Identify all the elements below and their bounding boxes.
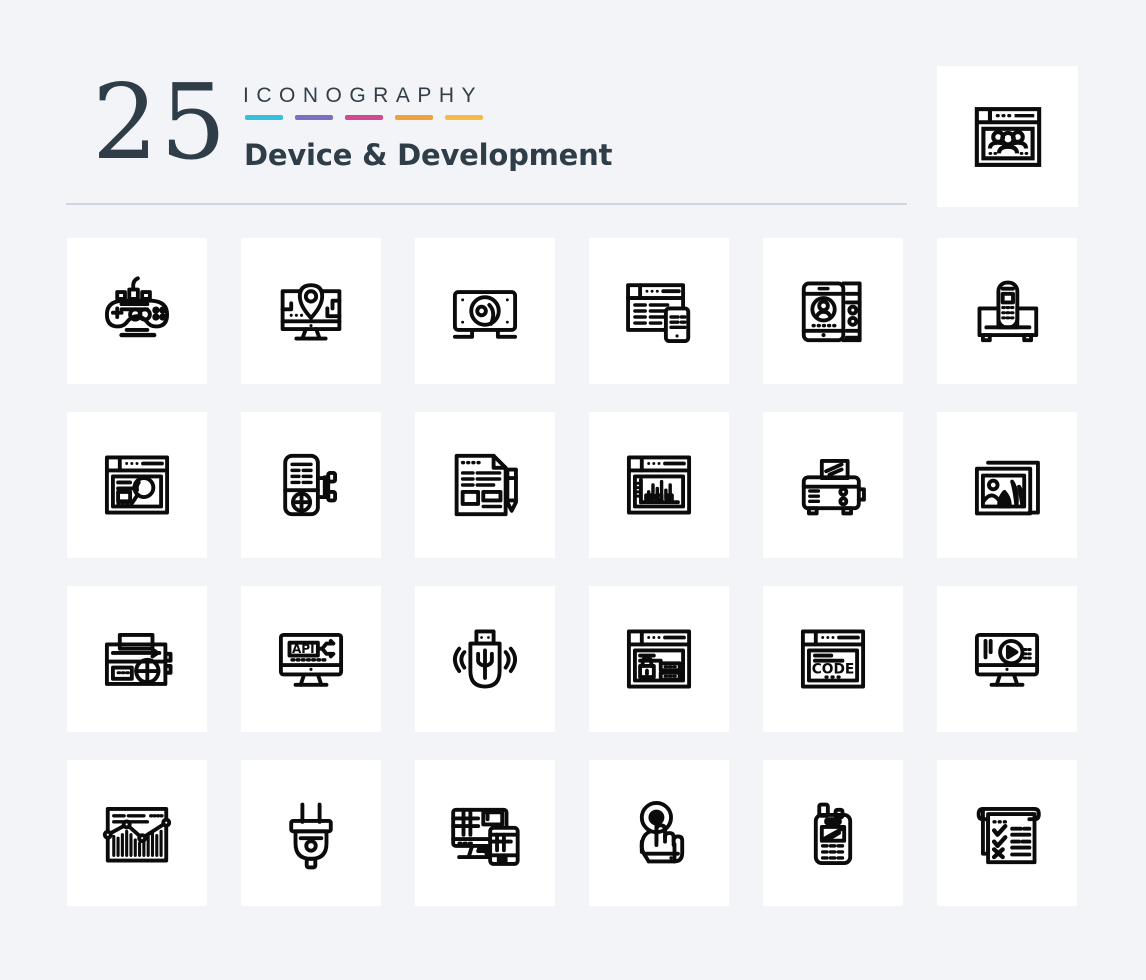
icon-tile[interactable] (763, 760, 903, 906)
svg-text:CODE: CODE (812, 662, 855, 678)
checklist-icon (964, 790, 1050, 876)
color-swatches (245, 115, 612, 120)
monitor-play-icon (964, 616, 1050, 702)
mp3-player-icon (268, 442, 354, 528)
browser-search-icon (94, 442, 180, 528)
browser-analytics-graph-icon (94, 790, 180, 876)
icon-tile[interactable] (415, 586, 555, 732)
photo-gallery-icon (964, 442, 1050, 528)
icon-tile[interactable] (67, 760, 207, 906)
icon-tile[interactable] (937, 412, 1077, 558)
swatch-2 (295, 115, 333, 120)
icon-tile[interactable] (241, 760, 381, 906)
icon-tile[interactable] (589, 238, 729, 384)
document-pencil-icon (442, 442, 528, 528)
icon-tile[interactable] (763, 238, 903, 384)
monitor-location-icon (268, 268, 354, 354)
icon-tile[interactable]: API (241, 586, 381, 732)
header: 25 ICONOGRAPHY Device & Development (66, 60, 908, 205)
browser-code-icon: CODE (790, 616, 876, 702)
swatch-1 (245, 115, 283, 120)
svg-text:API: API (292, 642, 315, 656)
icon-tile[interactable] (937, 238, 1077, 384)
devices-responsive-icon (442, 790, 528, 876)
icon-tile[interactable] (241, 238, 381, 384)
icon-tile[interactable] (937, 760, 1077, 906)
gamepad-icon (94, 268, 180, 354)
icon-tile[interactable] (763, 412, 903, 558)
browser-team-icon (967, 96, 1049, 178)
electric-plug-icon (268, 790, 354, 876)
mobile-user-profile-icon (790, 268, 876, 354)
icon-tile[interactable] (589, 760, 729, 906)
usb-drive-icon (442, 616, 528, 702)
walkie-talkie-icon (790, 790, 876, 876)
icon-tile[interactable] (67, 412, 207, 558)
responsive-browser-mobile-icon (616, 268, 702, 354)
eyebrow-label: ICONOGRAPHY (243, 84, 484, 107)
icon-tile[interactable] (415, 238, 555, 384)
icon-tile[interactable] (415, 412, 555, 558)
touch-hand-icon (616, 790, 702, 876)
cordless-phone-icon (964, 268, 1050, 354)
page-title: Device & Development (244, 138, 613, 172)
icon-tile[interactable] (415, 760, 555, 906)
swatch-5 (445, 115, 483, 120)
featured-icon-tile[interactable] (937, 66, 1078, 207)
toaster-icon (790, 442, 876, 528)
header-divider (66, 203, 907, 205)
browser-lock-icon (616, 616, 702, 702)
icon-tile[interactable] (67, 586, 207, 732)
hard-disk-icon (442, 268, 528, 354)
icon-tile[interactable]: CODE (763, 586, 903, 732)
radio-icon (94, 616, 180, 702)
title-block: ICONOGRAPHY Device & Development (243, 84, 612, 172)
monitor-api-icon: API (268, 616, 354, 702)
icon-tile[interactable] (241, 412, 381, 558)
icon-tile[interactable] (589, 412, 729, 558)
icon-tile[interactable] (67, 238, 207, 384)
swatch-4 (395, 115, 433, 120)
icon-tile[interactable] (589, 586, 729, 732)
browser-bar-chart-icon (616, 442, 702, 528)
icon-grid: API CODE (67, 238, 1077, 906)
swatch-3 (345, 115, 383, 120)
icon-pack-page: 25 ICONOGRAPHY Device & Development API … (0, 0, 1146, 980)
pack-count: 25 (92, 61, 229, 183)
icon-tile[interactable] (937, 586, 1077, 732)
